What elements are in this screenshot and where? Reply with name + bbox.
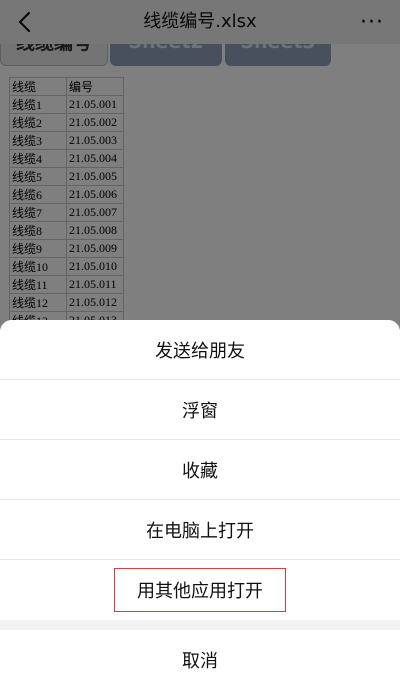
action-label: 浮窗 (182, 400, 218, 422)
open-on-computer-button[interactable]: 在电脑上打开 (0, 500, 400, 560)
highlight-box: 用其他应用打开 (114, 568, 286, 612)
action-label: 发送给朋友 (155, 340, 245, 362)
favorite-button[interactable]: 收藏 (0, 440, 400, 500)
action-label: 在电脑上打开 (146, 520, 254, 542)
action-sheet: 发送给朋友 浮窗 收藏 在电脑上打开 用其他应用打开 取消 (0, 320, 400, 690)
action-label: 收藏 (182, 460, 218, 482)
send-to-friend-button[interactable]: 发送给朋友 (0, 320, 400, 380)
floating-window-button[interactable]: 浮窗 (0, 380, 400, 440)
open-with-other-app-button[interactable]: 用其他应用打开 (0, 560, 400, 620)
cancel-button[interactable]: 取消 (0, 630, 400, 690)
